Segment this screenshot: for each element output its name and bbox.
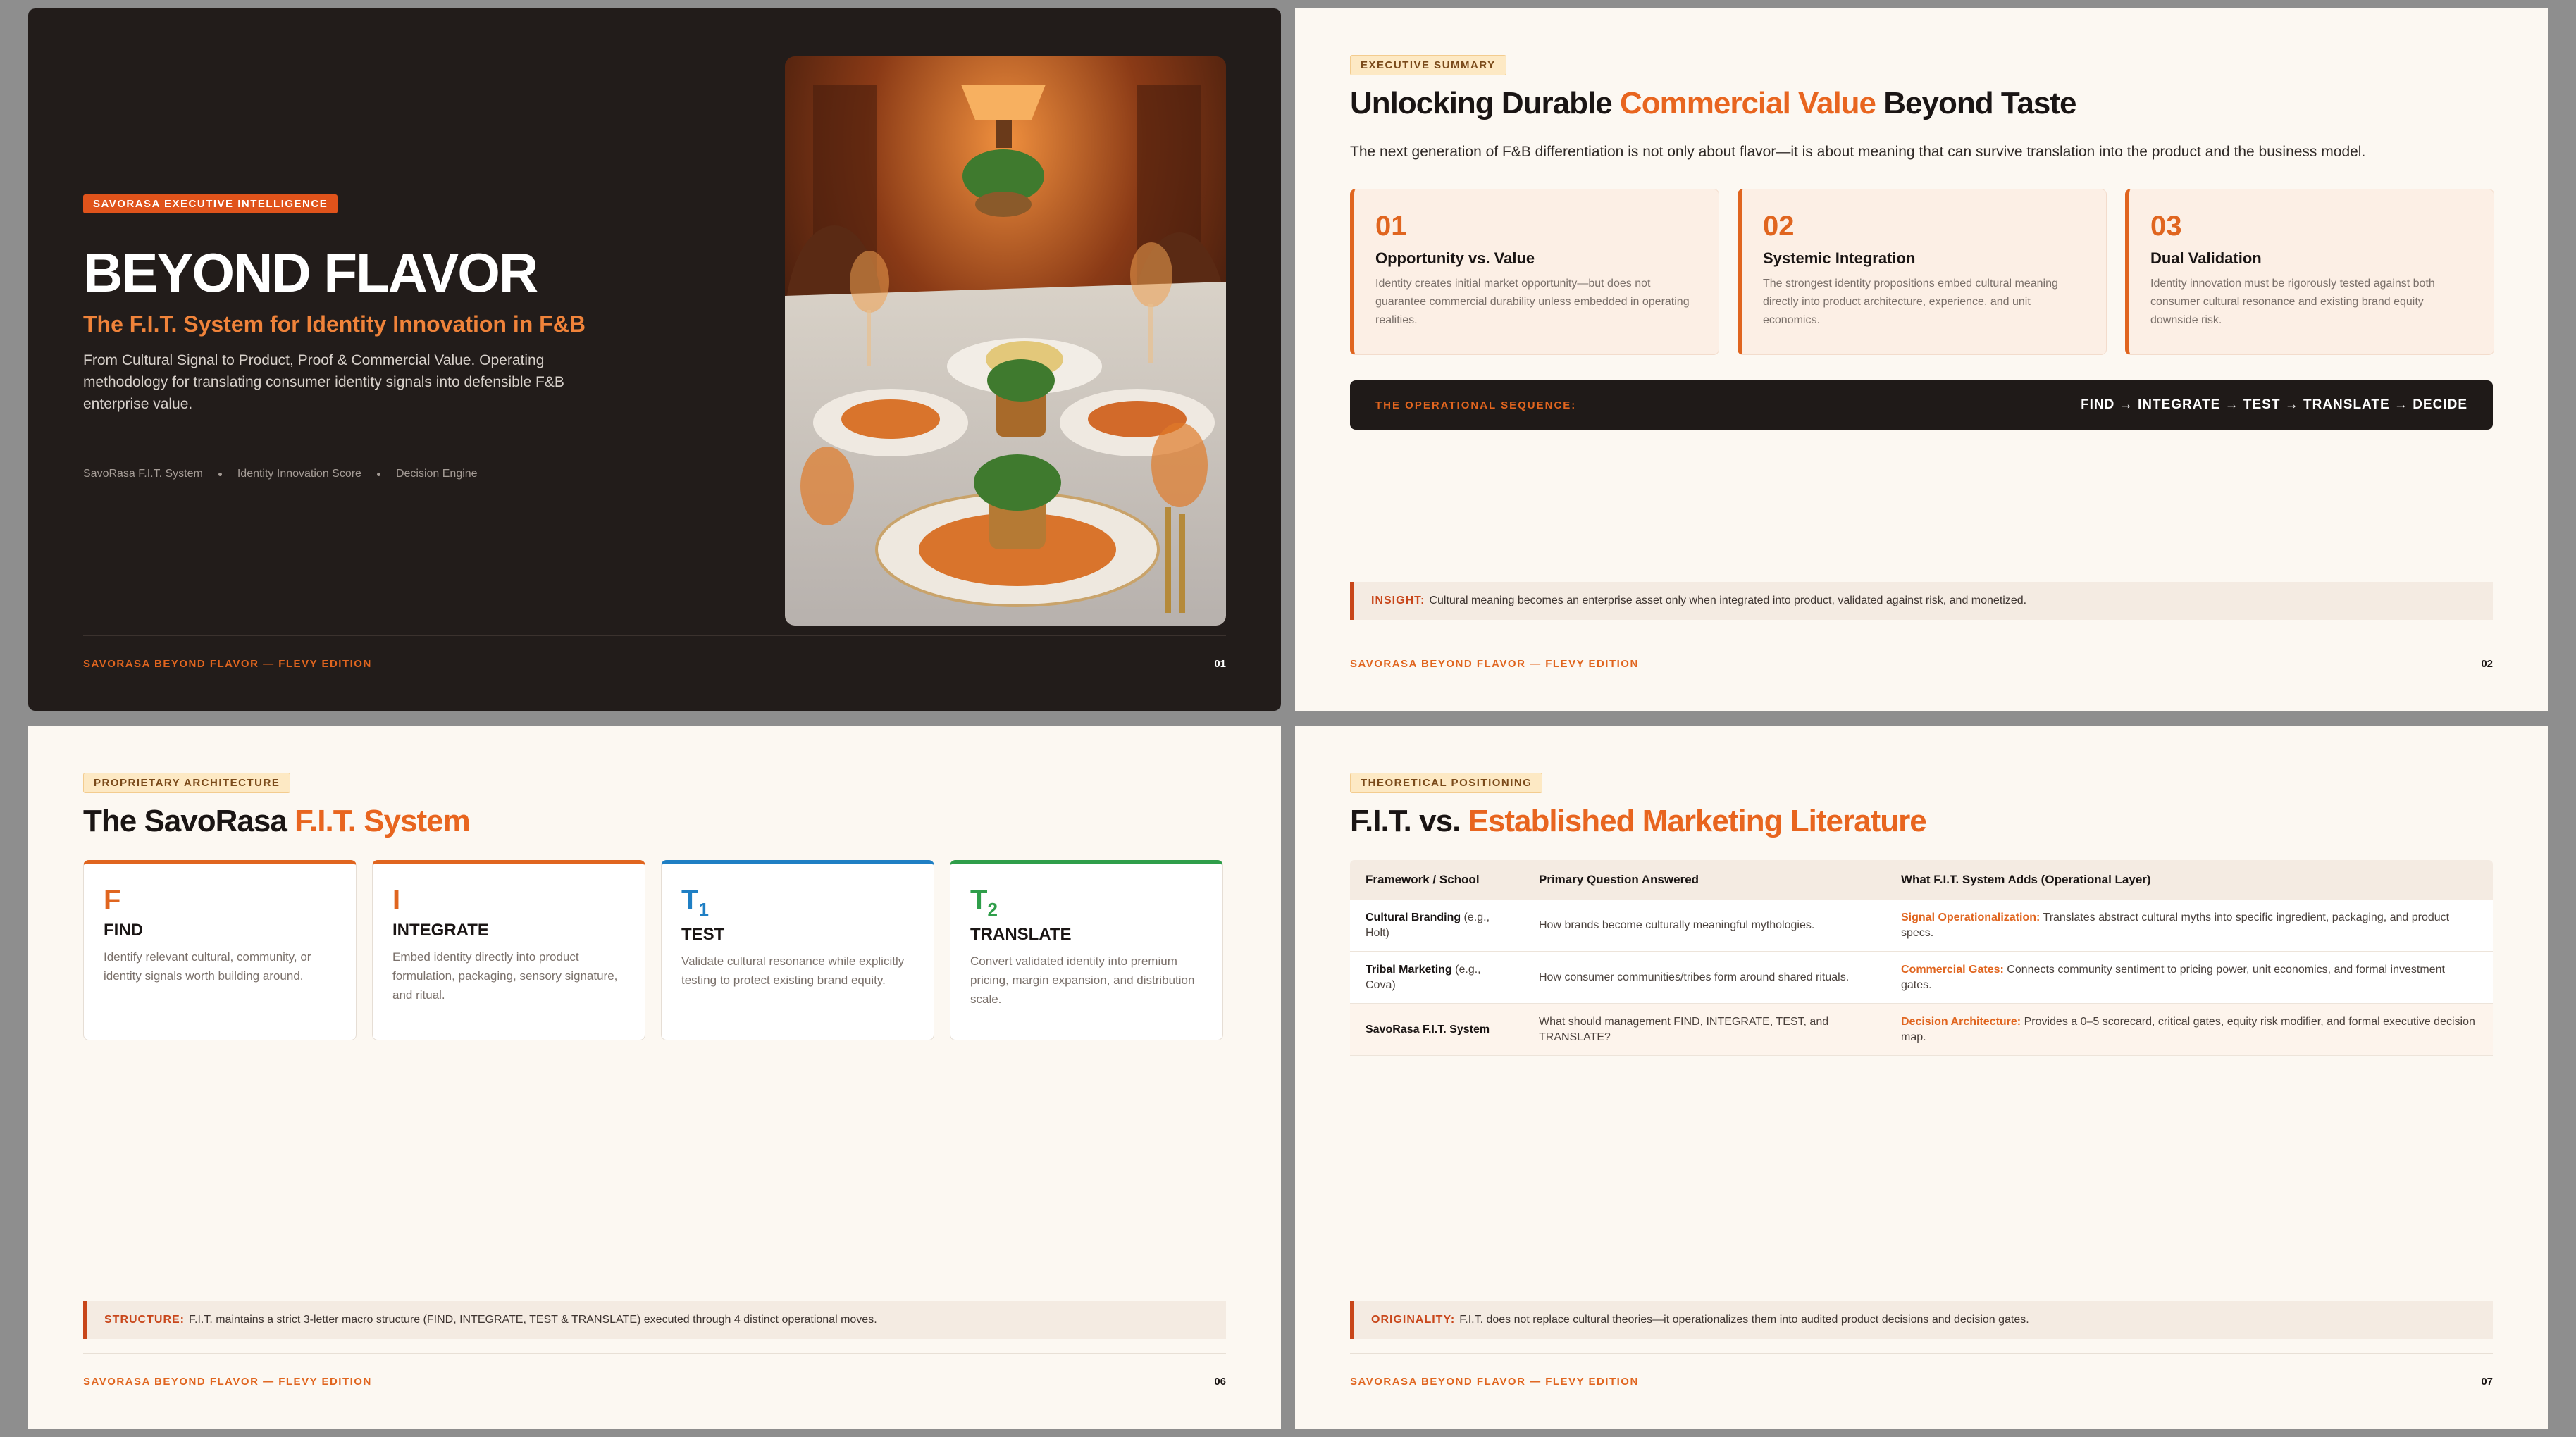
- slide3-title: The SavoRasa F.I.T. System: [83, 804, 471, 838]
- page-number: 01: [1214, 658, 1226, 670]
- slide2-lead: The next generation of F&B differentiati…: [1350, 144, 2366, 160]
- insight-callout: INSIGHT: Cultural meaning becomes an ente…: [1350, 582, 2493, 620]
- sequence-steps: FIND → INTEGRATE → TEST → TRANSLATE → DE…: [2081, 397, 2467, 412]
- footer-divider: [83, 1353, 1226, 1354]
- page-number: 06: [1214, 1376, 1226, 1388]
- footer-brand: SAVORASA BEYOND FLAVOR — FLEVY EDITION: [83, 1376, 372, 1388]
- tag-fit-system: SavoRasa F.I.T. System: [83, 468, 203, 480]
- dining-table-photo: [785, 56, 1226, 626]
- fit-card-integrate: I INTEGRATE Embed identity directly into…: [372, 860, 645, 1040]
- structure-callout: STRUCTURE: F.I.T. maintains a strict 3-le…: [83, 1301, 1226, 1339]
- slide-06[interactable]: PROPRIETARY ARCHITECTURE The SavoRasa F.…: [28, 726, 1281, 1429]
- summary-card-01: 01 Opportunity vs. Value Identity create…: [1350, 189, 1719, 355]
- slide-02[interactable]: EXECUTIVE SUMMARY Unlocking Durable Comm…: [1295, 8, 2548, 711]
- table-row: SavoRasa F.I.T. System What should manag…: [1350, 1004, 2493, 1056]
- tag-decision-engine: Decision Engine: [395, 468, 478, 480]
- slide1-description: From Cultural Signal to Product, Proof &…: [83, 352, 564, 412]
- sequence-label: THE OPERATIONAL SEQUENCE:: [1375, 399, 1577, 411]
- slide2-pill: EXECUTIVE SUMMARY: [1350, 55, 1506, 75]
- table-row: Tribal Marketing (e.g., Cova) How consum…: [1350, 952, 2493, 1004]
- summary-card-02: 02 Systemic Integration The strongest id…: [1738, 189, 2107, 355]
- slide4-pill: THEORETICAL POSITIONING: [1350, 773, 1543, 793]
- footer-divider: [83, 635, 1226, 636]
- page-number: 02: [2481, 658, 2493, 670]
- slide3-pill: PROPRIETARY ARCHITECTURE: [83, 773, 291, 793]
- footer-brand: SAVORASA BEYOND FLAVOR — FLEVY EDITION: [1350, 1376, 1639, 1388]
- table-header: Framework / School Primary Question Answ…: [1350, 860, 2493, 900]
- slide-01[interactable]: SAVORASA EXECUTIVE INTELLIGENCE BEYOND F…: [28, 8, 1281, 711]
- bullet-dot: [376, 472, 380, 476]
- operational-sequence-bar: THE OPERATIONAL SEQUENCE: FIND → INTEGRA…: [1350, 380, 2493, 430]
- tag-identity-score: Identity Innovation Score: [237, 468, 361, 480]
- slide1-title: BEYOND FLAVOR: [83, 242, 538, 304]
- bullet-dot: [218, 472, 222, 476]
- footer-brand: SAVORASA BEYOND FLAVOR — FLEVY EDITION: [1350, 658, 1639, 670]
- comparison-table: Framework / School Primary Question Answ…: [1350, 860, 2493, 1056]
- slide4-title: F.I.T. vs. Established Marketing Literat…: [1350, 804, 1927, 838]
- table-row: Cultural Branding (e.g., Holt) How brand…: [1350, 900, 2493, 952]
- slide1-pill: SAVORASA EXECUTIVE INTELLIGENCE: [83, 194, 338, 213]
- originality-callout: ORIGINALITY: F.I.T. does not replace cult…: [1350, 1301, 2493, 1339]
- fit-card-translate: T2 TRANSLATE Convert validated identity …: [950, 860, 1223, 1040]
- page-number: 07: [2481, 1376, 2493, 1388]
- slide-07[interactable]: THEORETICAL POSITIONING F.I.T. vs. Estab…: [1295, 726, 2548, 1429]
- slide1-subtitle: The F.I.T. System for Identity Innovatio…: [83, 311, 586, 337]
- footer-divider: [1350, 1353, 2493, 1354]
- slide1-tags: SavoRasa F.I.T. System Identity Innovati…: [83, 468, 478, 480]
- summary-card-03: 03 Dual Validation Identity innovation m…: [2125, 189, 2494, 355]
- footer-brand: SAVORASA BEYOND FLAVOR — FLEVY EDITION: [83, 658, 372, 670]
- slide2-title: Unlocking Durable Commercial Value Beyon…: [1350, 86, 2077, 120]
- fit-card-find: F FIND Identify relevant cultural, commu…: [83, 860, 357, 1040]
- fit-card-test: T1 TEST Validate cultural resonance whil…: [661, 860, 934, 1040]
